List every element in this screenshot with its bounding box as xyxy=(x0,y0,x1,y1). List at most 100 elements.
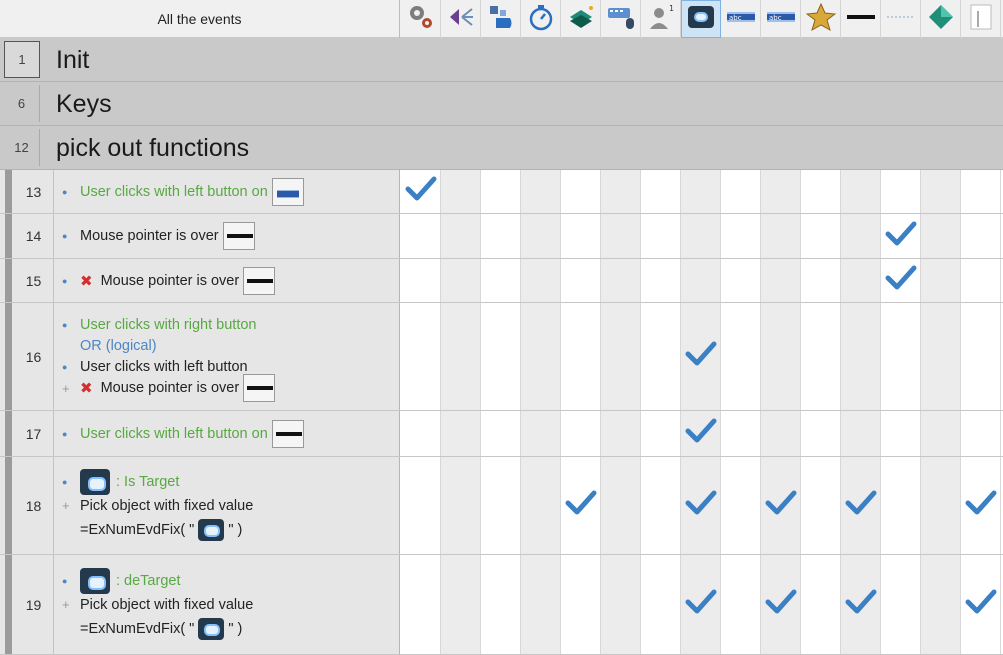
object-cell[interactable] xyxy=(401,303,441,410)
object-cell[interactable] xyxy=(521,303,561,410)
object-cell[interactable] xyxy=(481,170,521,213)
object-cell[interactable] xyxy=(561,411,601,456)
event-conditions-cell[interactable]: 19 ●: deTarget + Pick object with fixed val… xyxy=(0,555,400,654)
object-cell[interactable] xyxy=(681,170,721,213)
object-column-header[interactable] xyxy=(601,0,641,38)
event-row[interactable]: 17 ● User clicks with left button on xyxy=(0,411,1003,457)
object-cell[interactable] xyxy=(841,555,881,654)
object-cell[interactable] xyxy=(961,411,1001,456)
object-cell[interactable] xyxy=(921,259,961,302)
event-conditions-cell[interactable]: 17 ● User clicks with left button on xyxy=(0,411,400,456)
object-column-header[interactable] xyxy=(401,0,441,38)
object-column-header[interactable] xyxy=(881,0,921,38)
object-cell[interactable] xyxy=(961,214,1001,258)
object-cell[interactable] xyxy=(881,555,921,654)
object-column-header[interactable] xyxy=(521,0,561,38)
object-cell[interactable] xyxy=(841,303,881,410)
condition-line[interactable]: =ExNumEvdFix( " " ) xyxy=(62,615,395,642)
object-column-header[interactable]: abc xyxy=(721,0,761,38)
object-cell[interactable] xyxy=(721,411,761,456)
object-column-header[interactable]: abc xyxy=(761,0,801,38)
object-cell[interactable] xyxy=(841,170,881,213)
object-cell[interactable] xyxy=(561,303,601,410)
object-cell[interactable] xyxy=(601,170,641,213)
object-cell[interactable] xyxy=(881,214,921,258)
object-cell[interactable] xyxy=(561,457,601,554)
object-cell[interactable] xyxy=(881,170,921,213)
object-cell[interactable] xyxy=(441,457,481,554)
object-cell[interactable] xyxy=(481,214,521,258)
object-cell[interactable] xyxy=(921,457,961,554)
object-cell[interactable] xyxy=(721,457,761,554)
object-cell[interactable] xyxy=(721,170,761,213)
object-cell[interactable] xyxy=(681,411,721,456)
condition-line[interactable]: ● Mouse pointer is over xyxy=(62,222,395,250)
object-cell[interactable] xyxy=(761,170,801,213)
object-column-header[interactable] xyxy=(441,0,481,38)
object-cell[interactable] xyxy=(441,303,481,410)
condition-line[interactable]: ●: deTarget xyxy=(62,567,395,594)
object-cell[interactable] xyxy=(921,555,961,654)
condition-line[interactable]: OR (logical) xyxy=(62,336,395,357)
object-cell[interactable] xyxy=(521,170,561,213)
object-cell[interactable] xyxy=(601,555,641,654)
object-cell[interactable] xyxy=(481,457,521,554)
object-cell[interactable] xyxy=(921,411,961,456)
object-cell[interactable] xyxy=(681,555,721,654)
condition-line[interactable]: ● User clicks with left button xyxy=(62,357,395,378)
event-conditions-cell[interactable]: 15 ● ✖ Mouse pointer is over xyxy=(0,259,400,302)
object-cell[interactable] xyxy=(401,170,441,213)
object-cell[interactable] xyxy=(401,457,441,554)
object-cell[interactable] xyxy=(681,214,721,258)
condition-line[interactable]: ● User clicks with left button on xyxy=(62,177,395,206)
object-cell[interactable] xyxy=(801,214,841,258)
object-cell[interactable] xyxy=(521,555,561,654)
object-cell[interactable] xyxy=(961,170,1001,213)
object-cell[interactable] xyxy=(521,214,561,258)
object-cell[interactable] xyxy=(801,555,841,654)
event-conditions-cell[interactable]: 13 ● User clicks with left button on xyxy=(0,170,400,213)
object-cell[interactable] xyxy=(641,303,681,410)
object-cell[interactable] xyxy=(521,259,561,302)
object-cell[interactable] xyxy=(721,259,761,302)
object-cell[interactable] xyxy=(401,259,441,302)
condition-line[interactable]: ● User clicks with left button on xyxy=(62,419,395,448)
object-cell[interactable] xyxy=(801,170,841,213)
object-cell[interactable] xyxy=(881,303,921,410)
object-column-header[interactable] xyxy=(801,0,841,38)
object-cell[interactable] xyxy=(441,411,481,456)
object-cell[interactable] xyxy=(801,457,841,554)
object-cell[interactable] xyxy=(401,411,441,456)
object-cell[interactable] xyxy=(961,303,1001,410)
object-cell[interactable] xyxy=(841,259,881,302)
object-column-header[interactable] xyxy=(561,0,601,38)
object-cell[interactable] xyxy=(481,411,521,456)
object-cell[interactable] xyxy=(561,259,601,302)
object-cell[interactable] xyxy=(761,214,801,258)
object-cell[interactable] xyxy=(721,303,761,410)
object-cell[interactable] xyxy=(601,259,641,302)
object-cell[interactable] xyxy=(641,214,681,258)
event-group-row[interactable]: 12 pick out functions xyxy=(0,126,1003,170)
event-conditions-cell[interactable]: 18 ●: Is Target + Pick object with fixed va… xyxy=(0,457,400,554)
object-cell[interactable] xyxy=(561,555,601,654)
object-column-header[interactable] xyxy=(961,0,1001,38)
object-cell[interactable] xyxy=(441,259,481,302)
object-cell[interactable] xyxy=(601,303,641,410)
event-row[interactable]: 14 ● Mouse pointer is over xyxy=(0,214,1003,259)
object-cell[interactable] xyxy=(961,555,1001,654)
object-column-header[interactable] xyxy=(681,0,721,38)
object-cell[interactable] xyxy=(921,214,961,258)
object-column-header[interactable]: 1 xyxy=(641,0,681,38)
object-cell[interactable] xyxy=(601,457,641,554)
object-cell[interactable] xyxy=(681,457,721,554)
object-cell[interactable] xyxy=(841,457,881,554)
object-column-header[interactable] xyxy=(841,0,881,38)
object-cell[interactable] xyxy=(481,259,521,302)
event-group-row[interactable]: 1 Init xyxy=(0,38,1003,82)
object-cell[interactable] xyxy=(881,411,921,456)
object-cell[interactable] xyxy=(801,303,841,410)
object-cell[interactable] xyxy=(761,259,801,302)
object-cell[interactable] xyxy=(681,303,721,410)
object-cell[interactable] xyxy=(521,457,561,554)
